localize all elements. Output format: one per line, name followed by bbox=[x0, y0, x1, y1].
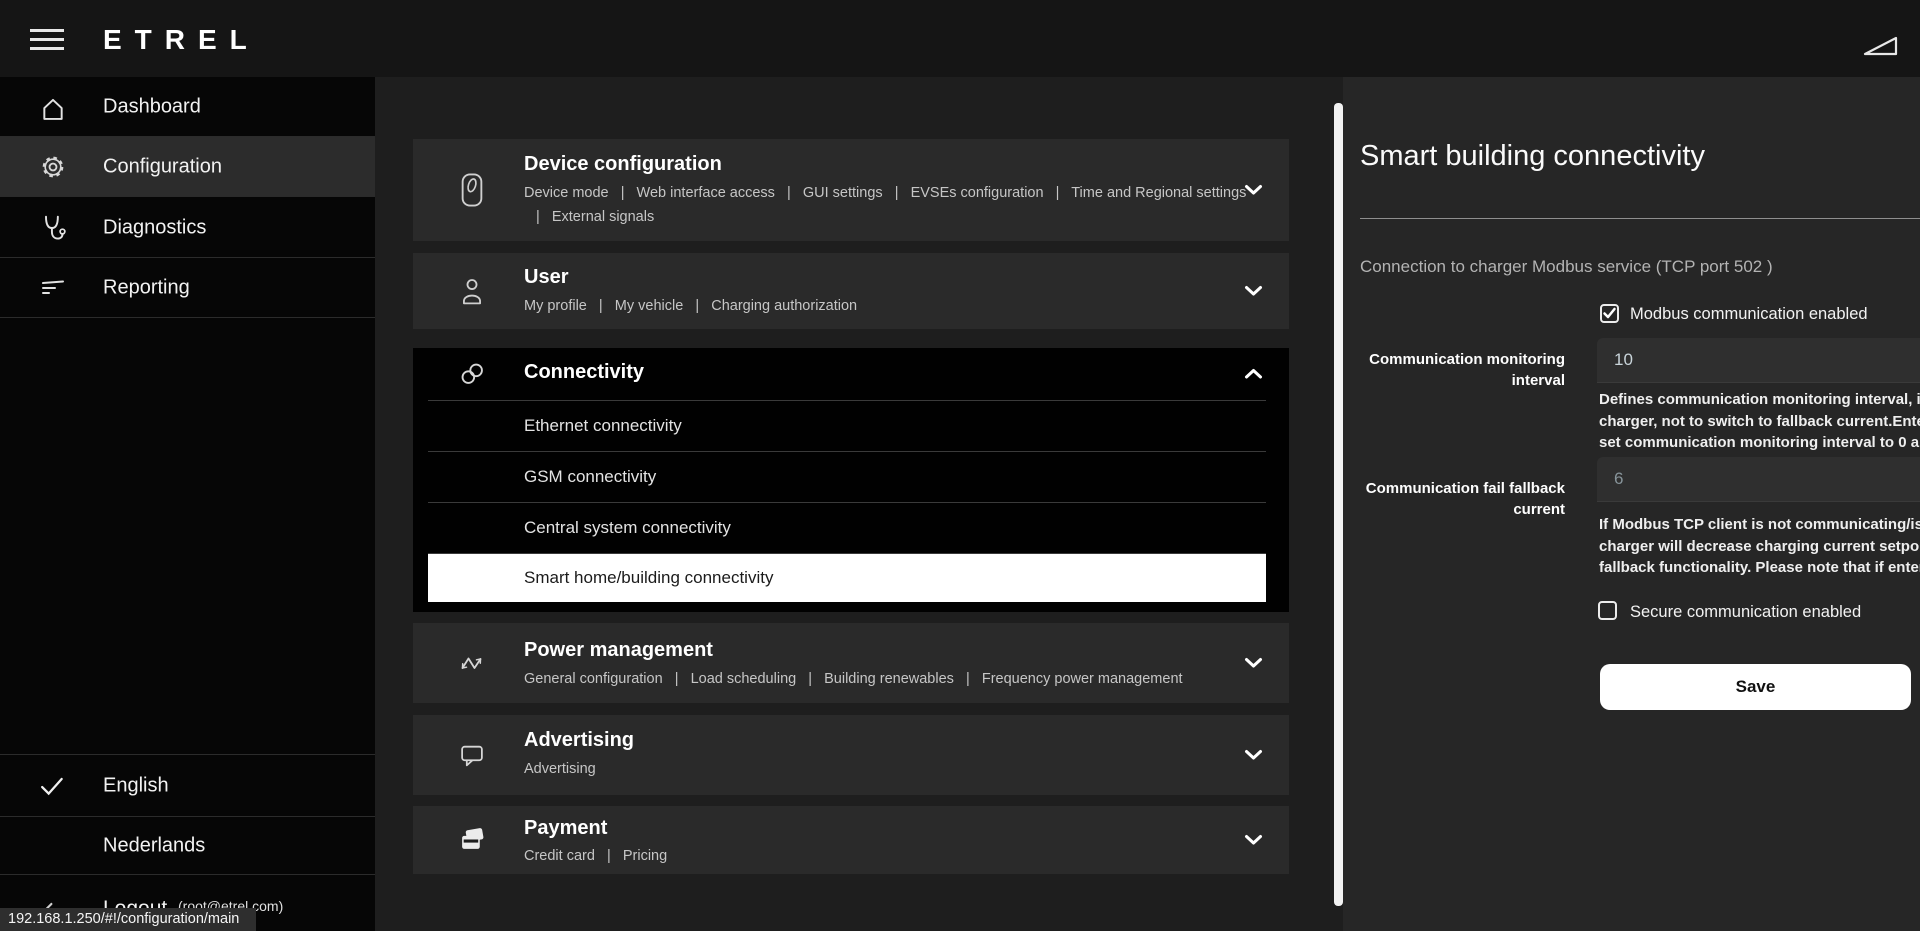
signal-strength-icon bbox=[1862, 34, 1900, 58]
section-advertising[interactable]: Advertising Advertising bbox=[413, 715, 1289, 795]
section-title: Advertising bbox=[524, 729, 634, 752]
section-title: Device configuration bbox=[524, 153, 722, 176]
section-connectivity-header[interactable]: Connectivity bbox=[413, 348, 1289, 400]
sidebar-item-reporting[interactable]: Reporting bbox=[0, 258, 375, 318]
divider bbox=[1360, 218, 1920, 219]
gear-icon bbox=[40, 150, 66, 184]
page-title: Smart building connectivity bbox=[1360, 140, 1705, 173]
language-label: English bbox=[103, 774, 169, 797]
section-subtitle: My profile | My vehicle | Charging autho… bbox=[524, 294, 857, 318]
links-icon bbox=[459, 362, 486, 387]
fallback-current-label: Communication fail fallback current bbox=[1343, 478, 1565, 520]
chevron-up-icon[interactable] bbox=[1244, 368, 1263, 380]
device-icon bbox=[459, 172, 485, 208]
chevron-down-icon[interactable] bbox=[1244, 749, 1263, 761]
monitoring-interval-help: Defines communication monitoring interva… bbox=[1599, 389, 1920, 454]
section-power-management[interactable]: Power management General configuration |… bbox=[413, 623, 1289, 703]
chevron-down-icon[interactable] bbox=[1244, 657, 1263, 669]
modbus-communication-checkbox[interactable] bbox=[1600, 304, 1619, 323]
user-icon bbox=[459, 277, 485, 305]
fallback-current-input[interactable] bbox=[1597, 457, 1920, 502]
section-title: Payment bbox=[524, 817, 607, 840]
report-lines-icon bbox=[40, 271, 66, 305]
section-subtitle: Device mode | Web interface access | GUI… bbox=[524, 181, 1246, 205]
sidebar-item-diagnostics[interactable]: Diagnostics bbox=[0, 198, 375, 258]
connectivity-item-ethernet[interactable]: Ethernet connectivity bbox=[428, 400, 1266, 451]
sidebar-item-label: Dashboard bbox=[103, 95, 201, 118]
smart-building-connectivity-panel: Smart building connectivity Connection t… bbox=[1343, 77, 1920, 931]
browser-status-url: 192.168.1.250/#!/configuration/main bbox=[0, 908, 256, 931]
save-button[interactable]: Save bbox=[1600, 664, 1911, 710]
section-user[interactable]: User My profile | My vehicle | Charging … bbox=[413, 253, 1289, 329]
chevron-down-icon[interactable] bbox=[1244, 184, 1263, 196]
modbus-service-label: Connection to charger Modbus service (TC… bbox=[1360, 257, 1773, 277]
section-subtitle: | External signals bbox=[524, 205, 654, 229]
fallback-current-help: If Modbus TCP client is not communicatin… bbox=[1599, 514, 1920, 579]
modbus-checkbox-label: Modbus communication enabled bbox=[1630, 305, 1868, 324]
sidebar-item-label: Reporting bbox=[103, 276, 190, 299]
language-item-english[interactable]: English bbox=[0, 754, 375, 816]
connectivity-item-smart-home-building[interactable]: Smart home/building connectivity bbox=[428, 553, 1266, 602]
section-subtitle: Advertising bbox=[524, 757, 596, 781]
section-connectivity: Connectivity Ethernet connectivity GSM c… bbox=[413, 348, 1289, 612]
section-title: User bbox=[524, 266, 568, 289]
section-title: Power management bbox=[524, 639, 713, 662]
connectivity-item-gsm[interactable]: GSM connectivity bbox=[428, 451, 1266, 502]
secure-communication-checkbox[interactable] bbox=[1598, 601, 1617, 620]
section-device-configuration[interactable]: Device configuration Device mode | Web i… bbox=[413, 139, 1289, 241]
connectivity-item-central-system[interactable]: Central system connectivity bbox=[428, 502, 1266, 553]
monitoring-interval-input[interactable] bbox=[1597, 338, 1920, 383]
speech-bubble-icon bbox=[459, 742, 485, 768]
sidebar-item-label: Configuration bbox=[103, 155, 222, 178]
etrel-logo: ETREL bbox=[103, 24, 260, 56]
sidebar: Dashboard Configuration Diagnostics bbox=[0, 77, 375, 931]
credit-card-icon bbox=[459, 827, 486, 853]
top-bar: ETREL bbox=[0, 0, 1920, 77]
language-label: Nederlands bbox=[103, 834, 205, 857]
stethoscope-icon bbox=[40, 211, 66, 245]
section-title: Connectivity bbox=[524, 361, 644, 384]
section-subtitle: General configuration | Load scheduling … bbox=[524, 667, 1183, 691]
section-payment[interactable]: Payment Credit card | Pricing bbox=[413, 806, 1289, 874]
section-subtitle: Credit card | Pricing bbox=[524, 844, 667, 868]
scrollbar-thumb[interactable] bbox=[1334, 103, 1343, 906]
sidebar-item-dashboard[interactable]: Dashboard bbox=[0, 77, 375, 137]
sidebar-item-configuration[interactable]: Configuration bbox=[0, 137, 375, 197]
monitoring-interval-label: Communication monitoring interval bbox=[1343, 349, 1565, 391]
home-icon bbox=[40, 90, 66, 124]
secure-checkbox-label: Secure communication enabled bbox=[1630, 603, 1861, 622]
chevron-down-icon[interactable] bbox=[1244, 834, 1263, 846]
language-item-nederlands[interactable]: Nederlands bbox=[0, 816, 375, 874]
sidebar-item-label: Diagnostics bbox=[103, 216, 206, 239]
checkmark-icon bbox=[40, 769, 66, 803]
power-wave-icon bbox=[459, 651, 486, 675]
chevron-down-icon[interactable] bbox=[1244, 285, 1263, 297]
hamburger-menu-icon[interactable] bbox=[30, 29, 64, 49]
